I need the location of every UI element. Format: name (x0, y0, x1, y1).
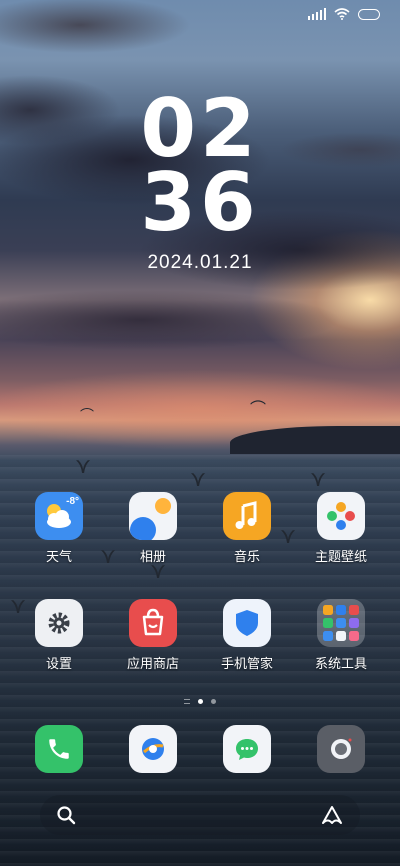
folder-icon (317, 599, 365, 647)
app-label: 手机管家 (220, 656, 273, 671)
clock-date: 2024.01.21 (147, 252, 253, 273)
app-label: 主题壁纸 (314, 549, 367, 564)
dock-phone[interactable] (35, 725, 83, 773)
battery-icon (358, 8, 380, 20)
app-store[interactable]: 应用商店 (113, 599, 193, 672)
app-themes[interactable]: 主题壁纸 (301, 492, 381, 565)
assistant-icon[interactable] (320, 804, 344, 826)
bird-icon: ⌒ (80, 407, 94, 423)
security-icon (223, 599, 271, 647)
page-dot (211, 699, 216, 704)
clock-minutes: 36 (140, 156, 260, 249)
dock-messages[interactable] (223, 725, 271, 773)
app-store-icon (129, 599, 177, 647)
bird-icon: ⋎ (75, 453, 92, 478)
music-icon (223, 492, 271, 540)
search-icon[interactable] (56, 805, 76, 825)
app-drawer-icon (184, 699, 190, 704)
app-label: 应用商店 (126, 656, 179, 671)
dock-browser[interactable] (129, 725, 177, 773)
settings-icon (35, 599, 83, 647)
themes-icon (317, 492, 365, 540)
app-settings[interactable]: 设置 (19, 599, 99, 672)
app-label: 相册 (139, 549, 166, 564)
app-music[interactable]: 音乐 (207, 492, 287, 565)
status-bar (308, 8, 380, 20)
app-folder-system-tools[interactable]: 系统工具 (301, 599, 381, 672)
camera-icon (331, 738, 352, 759)
app-label: 天气 (45, 549, 72, 564)
app-label: 系统工具 (314, 656, 367, 671)
weather-icon: -8° (35, 492, 83, 540)
search-bar[interactable] (40, 795, 360, 835)
lock-clock[interactable]: 02 36 2024.01.21 (0, 82, 400, 274)
bird-icon: ⋎ (190, 466, 207, 491)
clock-hours: 02 (140, 82, 260, 175)
bird-icon: ⌒ (250, 401, 267, 418)
dock-camera[interactable] (317, 725, 365, 773)
phone-icon (49, 739, 69, 759)
page-dot-active (198, 699, 203, 704)
app-label: 设置 (45, 656, 72, 671)
app-security[interactable]: 手机管家 (207, 599, 287, 672)
weather-temp-badge: -8° (66, 496, 79, 507)
app-label: 音乐 (233, 549, 260, 564)
wifi-icon (334, 8, 350, 20)
gallery-icon (129, 492, 177, 540)
browser-icon (142, 738, 164, 760)
page-indicator[interactable] (0, 699, 400, 704)
app-gallery[interactable]: 相册 (113, 492, 193, 565)
app-weather[interactable]: -8° 天气 (19, 492, 99, 565)
bird-icon: ⋎ (310, 466, 327, 491)
signal-icon (308, 8, 326, 20)
messages-icon (236, 739, 258, 760)
